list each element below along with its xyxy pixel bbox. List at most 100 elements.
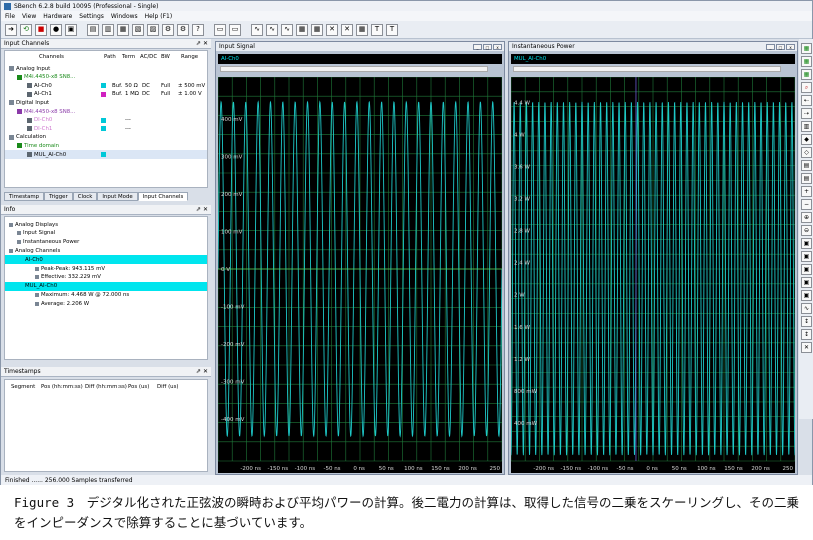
channel-range[interactable]: ± 500 mV xyxy=(178,83,205,89)
stop-icon[interactable]: ■ xyxy=(35,23,47,36)
channel-color-swatch[interactable] xyxy=(101,117,106,123)
info-tree-row[interactable]: Peak-Peak: 943.115 mV xyxy=(5,264,207,273)
card3-icon[interactable]: ▦ xyxy=(117,23,129,36)
channel-acdc[interactable]: DC xyxy=(142,91,150,97)
close-button[interactable]: x xyxy=(493,43,502,50)
table3-icon[interactable]: T xyxy=(386,23,398,36)
horizontal-scrollbar[interactable] xyxy=(513,66,781,72)
maximize-button[interactable]: □ xyxy=(776,43,785,50)
chip-icon[interactable]: ▧ xyxy=(132,23,144,36)
info-tree-row[interactable]: Analog Displays xyxy=(5,220,207,229)
zoom-out-icon[interactable]: ⊖ xyxy=(801,225,812,236)
record-icon[interactable]: ● xyxy=(50,23,62,36)
menu-file[interactable]: File xyxy=(5,13,15,20)
table2-icon[interactable]: T xyxy=(371,23,383,36)
minimize-button[interactable]: _ xyxy=(473,43,482,50)
settings-icon[interactable]: ⚙ xyxy=(162,23,174,36)
help-icon[interactable]: ? xyxy=(192,23,204,36)
info-tree-row[interactable]: Instantaneous Power xyxy=(5,238,207,247)
fit4-icon[interactable]: ▣ xyxy=(801,277,812,288)
menu-view[interactable]: View xyxy=(22,13,36,20)
info-tree-row[interactable]: Effective: 332.229 mV xyxy=(5,273,207,282)
horizontal-scrollbar[interactable] xyxy=(220,66,488,72)
minus-icon[interactable]: − xyxy=(801,199,812,210)
fft-icon[interactable]: ✕ xyxy=(326,23,338,36)
channel-color-swatch[interactable] xyxy=(101,126,106,132)
channel-path[interactable]: --- xyxy=(125,117,131,123)
zoom-in-icon[interactable]: ⊕ xyxy=(801,212,812,223)
fit3-icon[interactable]: ▣ xyxy=(801,264,812,275)
calc2-icon[interactable]: ▦ xyxy=(311,23,323,36)
cursor-icon[interactable]: ⇠ xyxy=(801,95,812,106)
disk2-icon[interactable]: ▭ xyxy=(229,23,241,36)
minimize-button[interactable]: _ xyxy=(766,43,775,50)
channel-path[interactable]: Buf. xyxy=(112,83,122,89)
info-tree-row[interactable]: MUL_AI-Ch0 xyxy=(5,281,207,291)
channel-term[interactable]: 1 MΩ xyxy=(125,91,139,97)
info-tree-row[interactable]: Analog Channels xyxy=(5,246,207,255)
channel-color-swatch[interactable] xyxy=(101,91,106,97)
tab-clock[interactable]: Clock xyxy=(72,192,98,201)
wave-icon[interactable]: ∿ xyxy=(251,23,263,36)
cursor3-icon[interactable]: ↕ xyxy=(801,316,812,327)
cursor4-icon[interactable]: ↕ xyxy=(801,329,812,340)
channel-range[interactable]: ± 1.00 V xyxy=(178,91,202,97)
channel-bw[interactable]: Full xyxy=(161,83,170,89)
channel-acdc[interactable]: DC xyxy=(142,83,150,89)
card2-icon[interactable]: ▥ xyxy=(102,23,114,36)
mark2-icon[interactable]: ◇ xyxy=(801,147,812,158)
calc-icon[interactable]: ▦ xyxy=(296,23,308,36)
card-icon[interactable]: ▤ xyxy=(87,23,99,36)
tab-input-mode[interactable]: Input Mode xyxy=(97,192,138,201)
tab-timestamp[interactable]: Timestamp xyxy=(4,192,45,201)
menu-windows[interactable]: Windows xyxy=(111,13,138,20)
channel-color-swatch[interactable] xyxy=(101,152,106,157)
cursor2-icon[interactable]: ⇢ xyxy=(801,108,812,119)
play-icon[interactable]: ⟲ xyxy=(20,23,32,36)
channel-term[interactable]: 50 Ω xyxy=(125,83,138,89)
grid2-icon[interactable]: ▦ xyxy=(801,56,812,67)
pin-close-icon[interactable]: ⇗ ✕ xyxy=(196,368,208,375)
lock-icon[interactable]: ▣ xyxy=(65,23,77,36)
cross-icon[interactable]: ✕ xyxy=(341,23,353,36)
pin-close-icon[interactable]: ⇗ ✕ xyxy=(196,40,208,47)
tab-trigger[interactable]: Trigger xyxy=(44,192,73,201)
chip2-icon[interactable]: ▨ xyxy=(147,23,159,36)
arrow-right-icon[interactable]: ➜ xyxy=(5,23,17,36)
settings2-icon[interactable]: ⚙ xyxy=(177,23,189,36)
disk-icon[interactable]: ▭ xyxy=(214,23,226,36)
print2-icon[interactable]: ▤ xyxy=(801,173,812,184)
wave3-icon[interactable]: ∿ xyxy=(281,23,293,36)
instantaneous-power-plot[interactable]: 4.4 W 4 W 3.6 W 3.2 W 2.8 W 2.4 W 2 W 1.6 W 1.2 … xyxy=(510,76,796,473)
magnify-icon[interactable]: ⌕ xyxy=(801,82,812,93)
menu-help[interactable]: Help (F1) xyxy=(145,13,173,20)
wave2-icon[interactable]: ∿ xyxy=(266,23,278,36)
channel-color-swatch[interactable] xyxy=(101,83,106,89)
channel-bw[interactable]: Full xyxy=(161,91,170,97)
menu-settings[interactable]: Settings xyxy=(79,13,104,20)
fit2-icon[interactable]: ▣ xyxy=(801,251,812,262)
menu-hardware[interactable]: Hardware xyxy=(43,13,72,20)
tab-input-channels[interactable]: Input Channels xyxy=(137,192,189,201)
close-button[interactable]: x xyxy=(786,43,795,50)
sine-icon[interactable]: ∿ xyxy=(801,303,812,314)
fit-icon[interactable]: ▣ xyxy=(801,238,812,249)
info-tree-row[interactable]: Average: 2.206 W xyxy=(5,299,207,308)
info-tree-row[interactable]: Maximum: 4.468 W @ 72.000 ns xyxy=(5,290,207,299)
info-tree-row[interactable]: Input Signal xyxy=(5,229,207,238)
fit5-icon[interactable]: ▣ xyxy=(801,290,812,301)
channel-tree-row[interactable]: MUL_AI-Ch0 xyxy=(5,150,207,159)
grid3-icon[interactable]: ▦ xyxy=(801,69,812,80)
table-icon[interactable]: ▦ xyxy=(356,23,368,36)
channel-path[interactable]: Buf. xyxy=(112,91,122,97)
input-signal-plot[interactable]: 400 mV 300 mV 200 mV 100 mV 0 V -100 mV -200 m… xyxy=(217,76,503,473)
plus-icon[interactable]: + xyxy=(801,186,812,197)
mark-icon[interactable]: ◆ xyxy=(801,134,812,145)
close-icon[interactable]: ✕ xyxy=(801,342,812,353)
pin-close-icon[interactable]: ⇗ ✕ xyxy=(196,206,208,213)
print-icon[interactable]: ▤ xyxy=(801,160,812,171)
grid-icon[interactable]: ▦ xyxy=(801,43,812,54)
bars-icon[interactable]: ▥ xyxy=(801,121,812,132)
channel-path[interactable]: --- xyxy=(125,126,131,132)
info-tree-row[interactable]: AI-Ch0 xyxy=(5,255,207,265)
